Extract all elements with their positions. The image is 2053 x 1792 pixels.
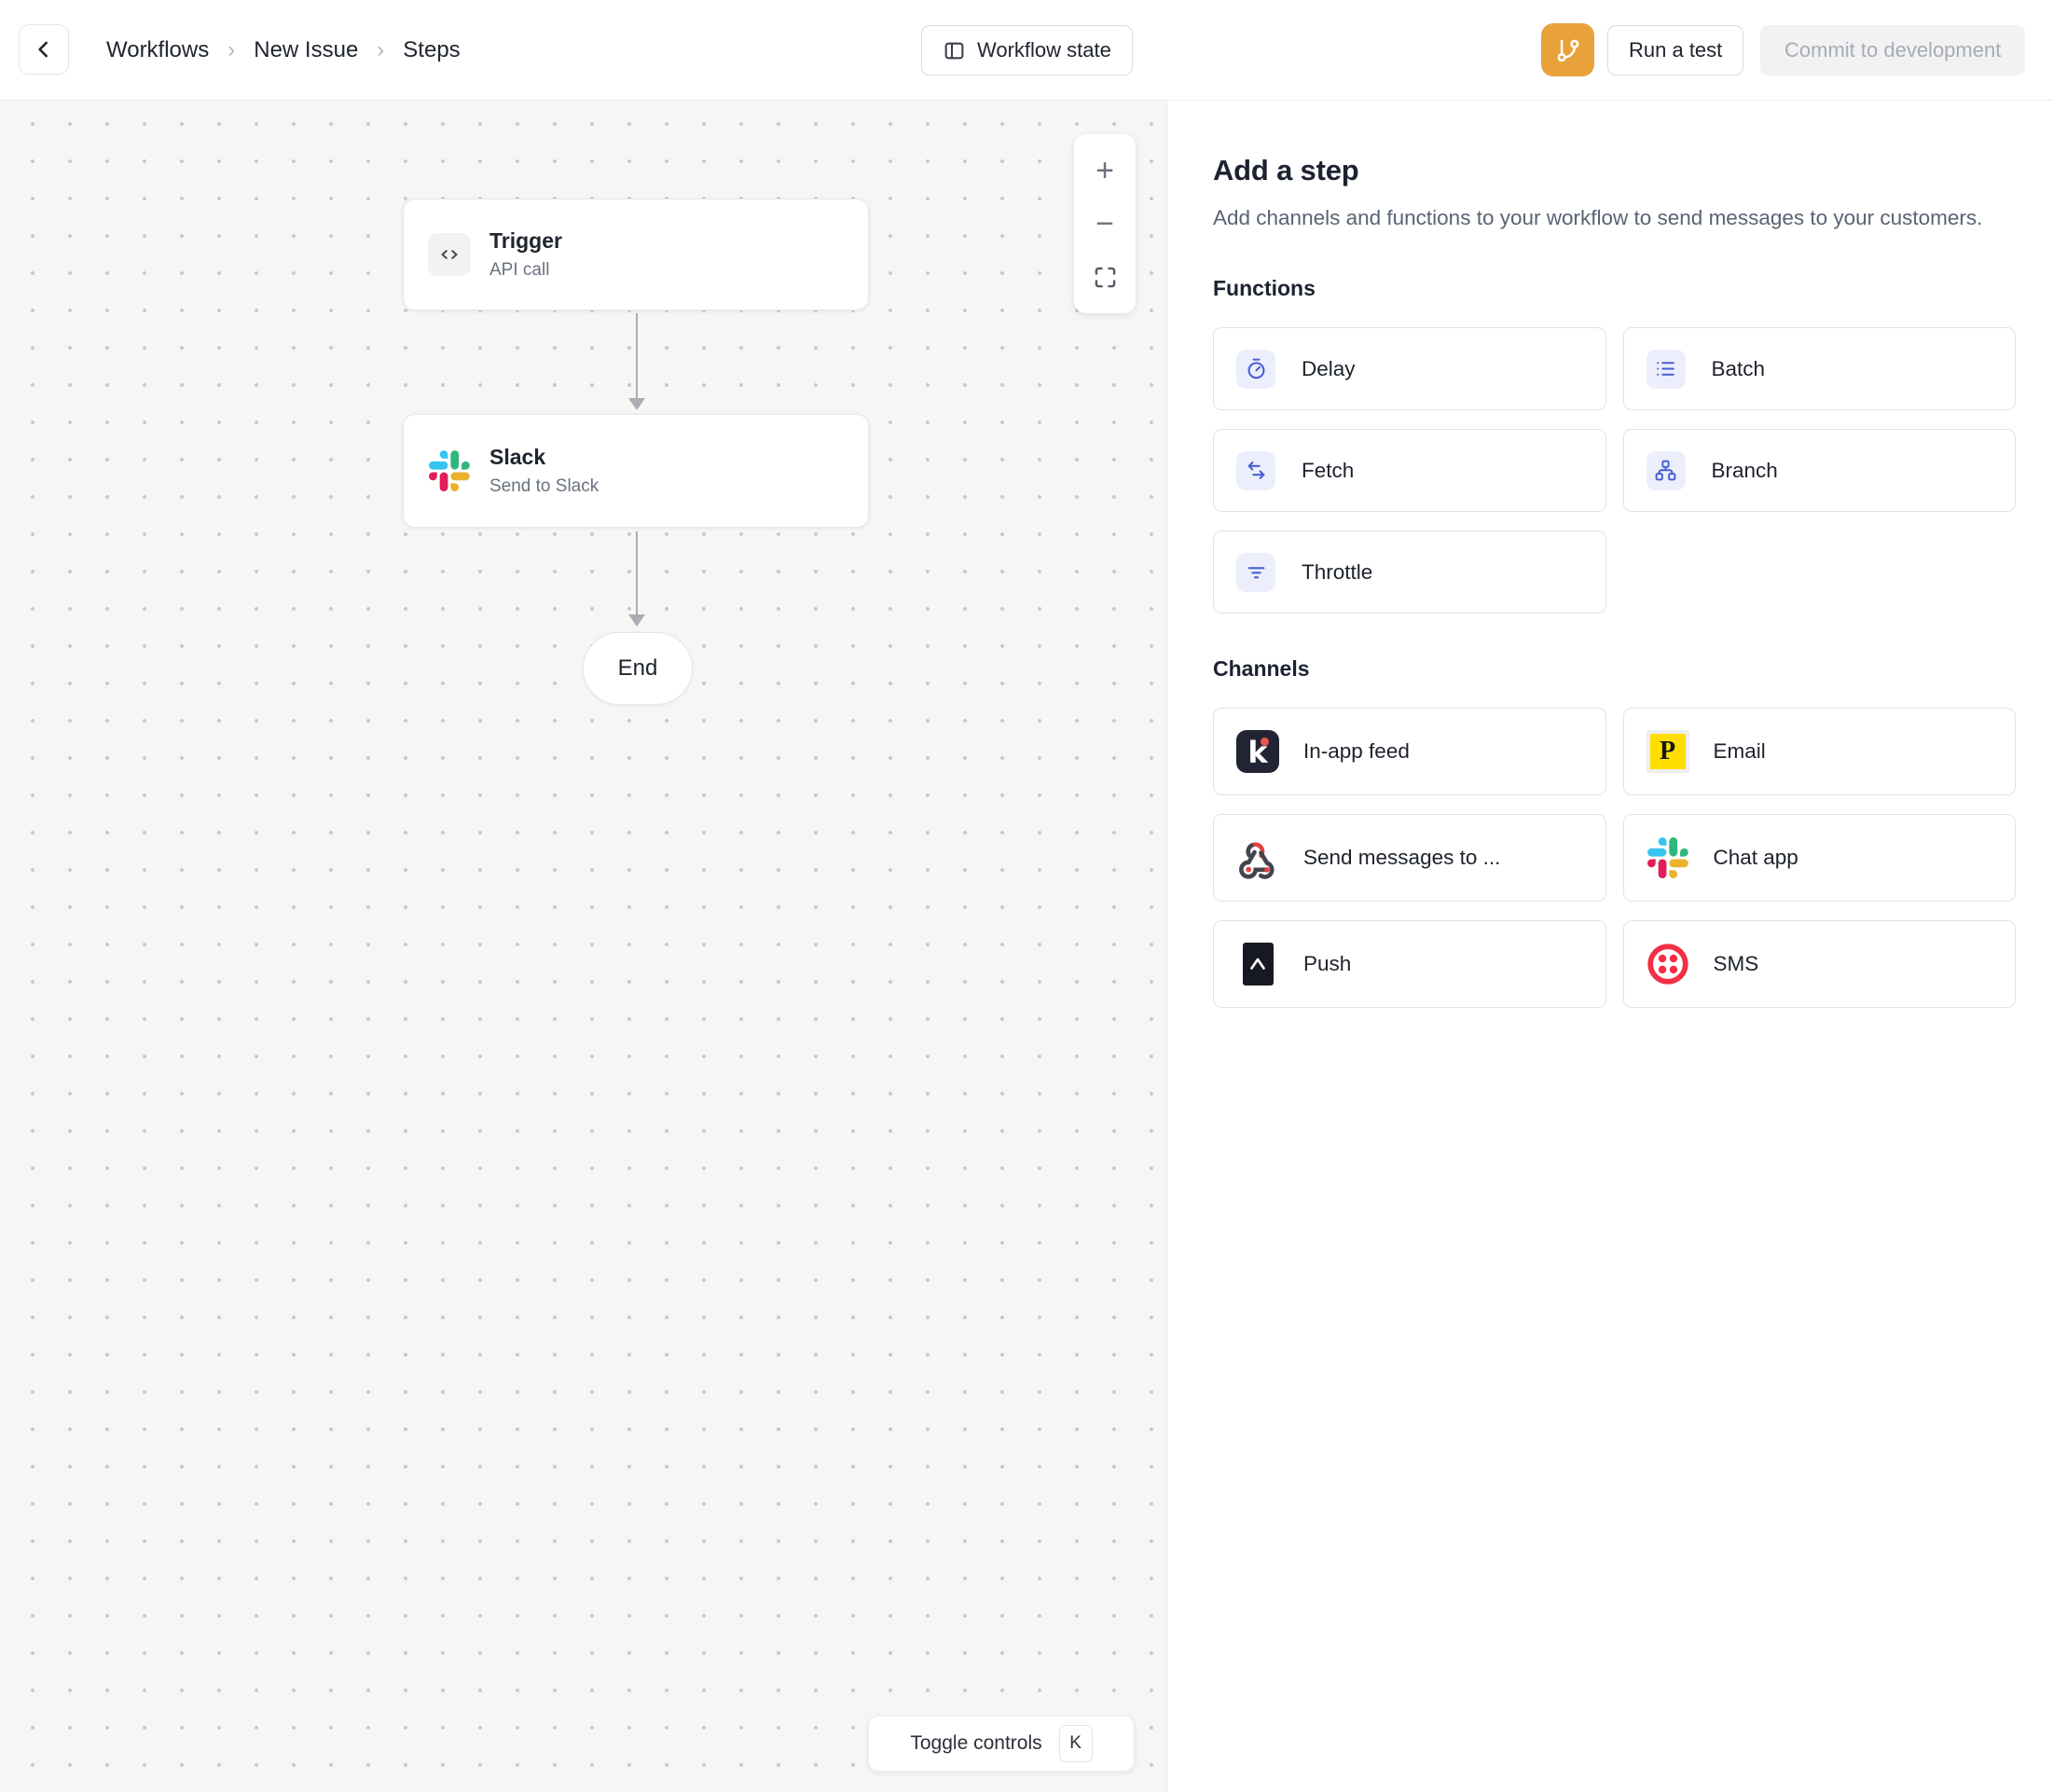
postmark-logo: P	[1647, 730, 1689, 773]
run-a-test-button[interactable]: Run a test	[1607, 25, 1743, 76]
trigger-node[interactable]: Trigger API call	[403, 199, 869, 310]
plus-icon: +	[1095, 155, 1114, 186]
page-title: Add a step	[1213, 154, 2016, 187]
breadcrumb-new-issue[interactable]: New Issue	[254, 37, 358, 63]
list-icon	[1647, 350, 1686, 389]
commit-to-development-label: Commit to development	[1784, 38, 2001, 62]
git-branch-icon	[1554, 36, 1582, 64]
channel-card-push[interactable]: Push	[1213, 920, 1606, 1008]
function-card-label: Delay	[1302, 357, 1356, 381]
fit-view-icon	[1093, 265, 1118, 290]
function-card-batch[interactable]: Batch	[1623, 327, 2017, 410]
panel-left-icon	[943, 39, 966, 62]
zoom-controls: + −	[1074, 134, 1136, 313]
channel-card-chat-app[interactable]: Chat app	[1623, 814, 2017, 902]
function-card-throttle[interactable]: Throttle	[1213, 531, 1606, 613]
channel-card-label: In-app feed	[1303, 739, 1410, 764]
function-card-fetch[interactable]: Fetch	[1213, 429, 1606, 512]
workflow-state-label: Workflow state	[977, 38, 1111, 62]
slack-logo	[428, 449, 471, 492]
end-node-label: End	[618, 655, 658, 682]
keyboard-shortcut-badge: K	[1059, 1725, 1093, 1762]
end-node[interactable]: End	[583, 632, 693, 705]
swap-arrows-icon	[1236, 451, 1275, 490]
back-button[interactable]	[19, 24, 69, 75]
commit-branch-button[interactable]	[1541, 23, 1594, 76]
function-card-label: Throttle	[1302, 560, 1372, 585]
zoom-out-button[interactable]: −	[1083, 202, 1126, 245]
channel-card-label: Chat app	[1714, 846, 1798, 870]
trigger-node-subtitle: API call	[489, 260, 562, 281]
fit-view-button[interactable]	[1083, 255, 1126, 298]
slack-node-title: Slack	[489, 445, 599, 471]
panel-description: Add channels and functions to your workf…	[1213, 202, 2015, 233]
commit-to-development-button[interactable]: Commit to development	[1760, 25, 2025, 76]
toggle-controls-button[interactable]: Toggle controls K	[868, 1716, 1135, 1771]
top-bar: Workflows › New Issue › Steps Workflow s…	[0, 0, 2053, 101]
channel-card-label: Email	[1714, 739, 1766, 764]
functions-grid: Delay Batch Fetch Branch Throttle	[1213, 327, 2016, 613]
channel-card-email[interactable]: P Email	[1623, 708, 2017, 795]
slack-node-subtitle: Send to Slack	[489, 476, 599, 497]
breadcrumb-separator: ›	[227, 37, 235, 63]
code-icon	[428, 233, 471, 276]
expo-logo	[1236, 943, 1279, 986]
minus-icon: −	[1095, 208, 1114, 240]
function-card-delay[interactable]: Delay	[1213, 327, 1606, 410]
channel-card-label: Push	[1303, 952, 1351, 976]
filter-icon	[1236, 553, 1275, 592]
connector-arrow	[624, 313, 650, 412]
slack-logo	[1647, 836, 1689, 879]
connector-arrow	[624, 531, 650, 628]
knock-logo: k	[1236, 730, 1279, 773]
slack-node[interactable]: Slack Send to Slack	[403, 414, 869, 528]
twilio-logo	[1647, 943, 1689, 986]
zoom-in-button[interactable]: +	[1083, 149, 1126, 192]
function-card-label: Fetch	[1302, 459, 1354, 483]
functions-section-heading: Functions	[1213, 276, 2016, 301]
chevron-left-icon	[32, 37, 56, 62]
channel-card-label: Send messages to ...	[1303, 846, 1500, 870]
webhook-icon	[1236, 836, 1279, 879]
channels-section-heading: Channels	[1213, 656, 2016, 682]
timer-icon	[1236, 350, 1275, 389]
breadcrumb-separator: ›	[377, 37, 384, 63]
channel-card-label: SMS	[1714, 952, 1759, 976]
function-card-label: Batch	[1712, 357, 1766, 381]
add-step-panel: Add a step Add channels and functions to…	[1166, 101, 2053, 1792]
channels-grid: k In-app feed P Email	[1213, 708, 2016, 1008]
workflow-canvas[interactable]: Trigger API call Slack Send to Slack End	[0, 101, 1166, 1792]
hierarchy-icon	[1647, 451, 1686, 490]
run-a-test-label: Run a test	[1629, 38, 1722, 62]
function-card-branch[interactable]: Branch	[1623, 429, 2017, 512]
breadcrumb-steps[interactable]: Steps	[403, 37, 460, 63]
channel-card-in-app-feed[interactable]: k In-app feed	[1213, 708, 1606, 795]
workflow-state-button[interactable]: Workflow state	[921, 25, 1133, 76]
trigger-node-title: Trigger	[489, 228, 562, 255]
breadcrumb: Workflows › New Issue › Steps	[106, 0, 461, 101]
channel-card-webhook[interactable]: Send messages to ...	[1213, 814, 1606, 902]
channel-card-sms[interactable]: SMS	[1623, 920, 2017, 1008]
breadcrumb-workflows[interactable]: Workflows	[106, 37, 209, 63]
toggle-controls-label: Toggle controls	[910, 1732, 1041, 1755]
function-card-label: Branch	[1712, 459, 1778, 483]
